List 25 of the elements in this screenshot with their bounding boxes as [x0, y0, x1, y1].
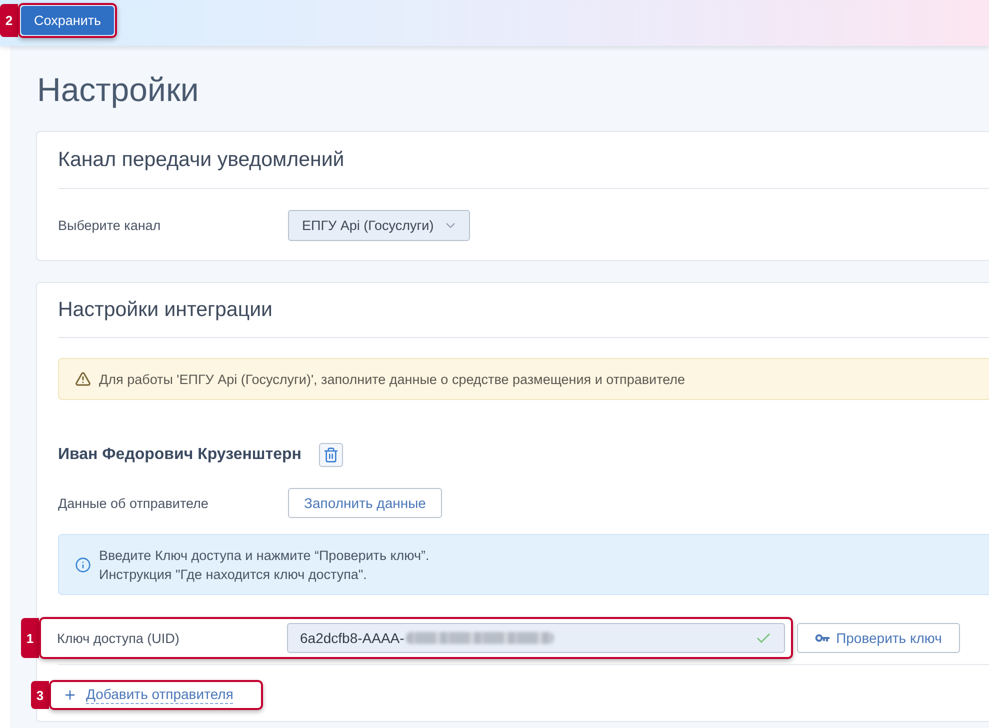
warning-text: Для работы 'ЕПГУ Api (Госуслуги)', заполните данные о средстве размещения и отправителе [99, 370, 686, 388]
info-text: Введите Ключ доступа и нажмите “Проверить ключ”. [99, 546, 430, 564]
add-sender-link[interactable]: Добавить отправителя [63, 686, 234, 704]
card-title: Канал передачи уведомлений [58, 148, 344, 172]
save-button[interactable]: Сохранить [21, 6, 114, 35]
delete-button[interactable] [319, 443, 344, 467]
info-icon [75, 556, 91, 572]
trash-icon [323, 447, 340, 463]
callout-badge: 2 [0, 4, 18, 37]
callout-badge: 1 [21, 618, 39, 658]
field-label: Данные об отправителе [58, 496, 210, 510]
access-key-field[interactable]: 6a2dcfb8-AAAA- [287, 623, 785, 653]
plus-icon [63, 688, 77, 702]
info-text: Инструкция "Где находится ключ доступа". [99, 566, 368, 584]
sender-name: Иван Федорович Крузенштерн [58, 446, 302, 464]
fill-data-button[interactable]: Заполнить данные [288, 488, 442, 518]
check-key-button[interactable]: Проверить ключ [797, 623, 960, 653]
page-title: Настройки [37, 70, 200, 110]
callout-badge: 3 [31, 681, 49, 709]
key-icon [815, 634, 830, 642]
warning-icon [75, 371, 91, 387]
channel-select[interactable]: ЕПГУ Api (Госуслуги) [288, 210, 470, 241]
card-title: Настройки интеграции [58, 298, 272, 322]
field-label: Выберите канал [58, 218, 162, 233]
field-label: Ключ доступа (UID) [57, 630, 180, 646]
